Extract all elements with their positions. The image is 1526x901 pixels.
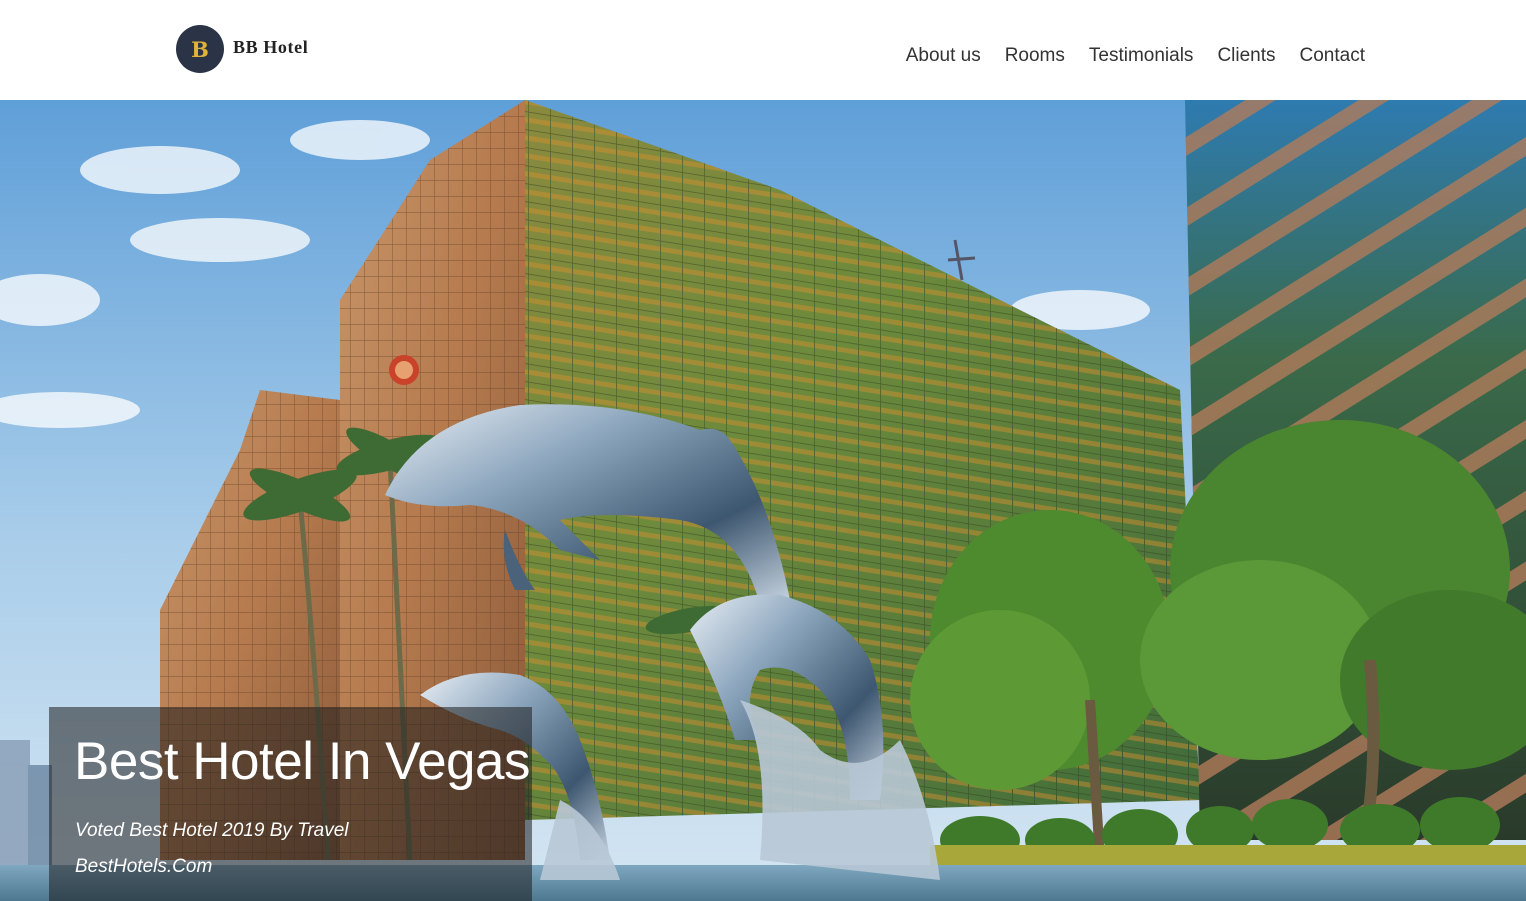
hero-section: Best Hotel In Vegas Voted Best Hotel 201… [0, 100, 1526, 901]
logo-badge: B [176, 25, 224, 73]
logo-letter: B [191, 37, 209, 62]
nav-link-rooms[interactable]: Rooms [1005, 43, 1065, 69]
main-nav: About us Rooms Testimonials Clients Cont… [906, 43, 1365, 69]
site-header: B BB Hotel About us Rooms Testimonials C… [0, 0, 1526, 100]
hero-subtitle: Voted Best Hotel 2019 By Travel BestHote… [75, 820, 349, 877]
hero-caption-box: Best Hotel In Vegas Voted Best Hotel 201… [49, 707, 532, 901]
nav-link-about-us[interactable]: About us [906, 43, 981, 69]
brand-name: BB Hotel [233, 37, 309, 57]
brand-logo-link[interactable]: B BB Hotel [176, 25, 308, 73]
nav-link-contact[interactable]: Contact [1300, 43, 1365, 69]
nav-link-testimonials[interactable]: Testimonials [1089, 43, 1194, 69]
hero-title: Best Hotel In Vegas [74, 732, 531, 791]
nav-link-clients[interactable]: Clients [1217, 43, 1275, 69]
